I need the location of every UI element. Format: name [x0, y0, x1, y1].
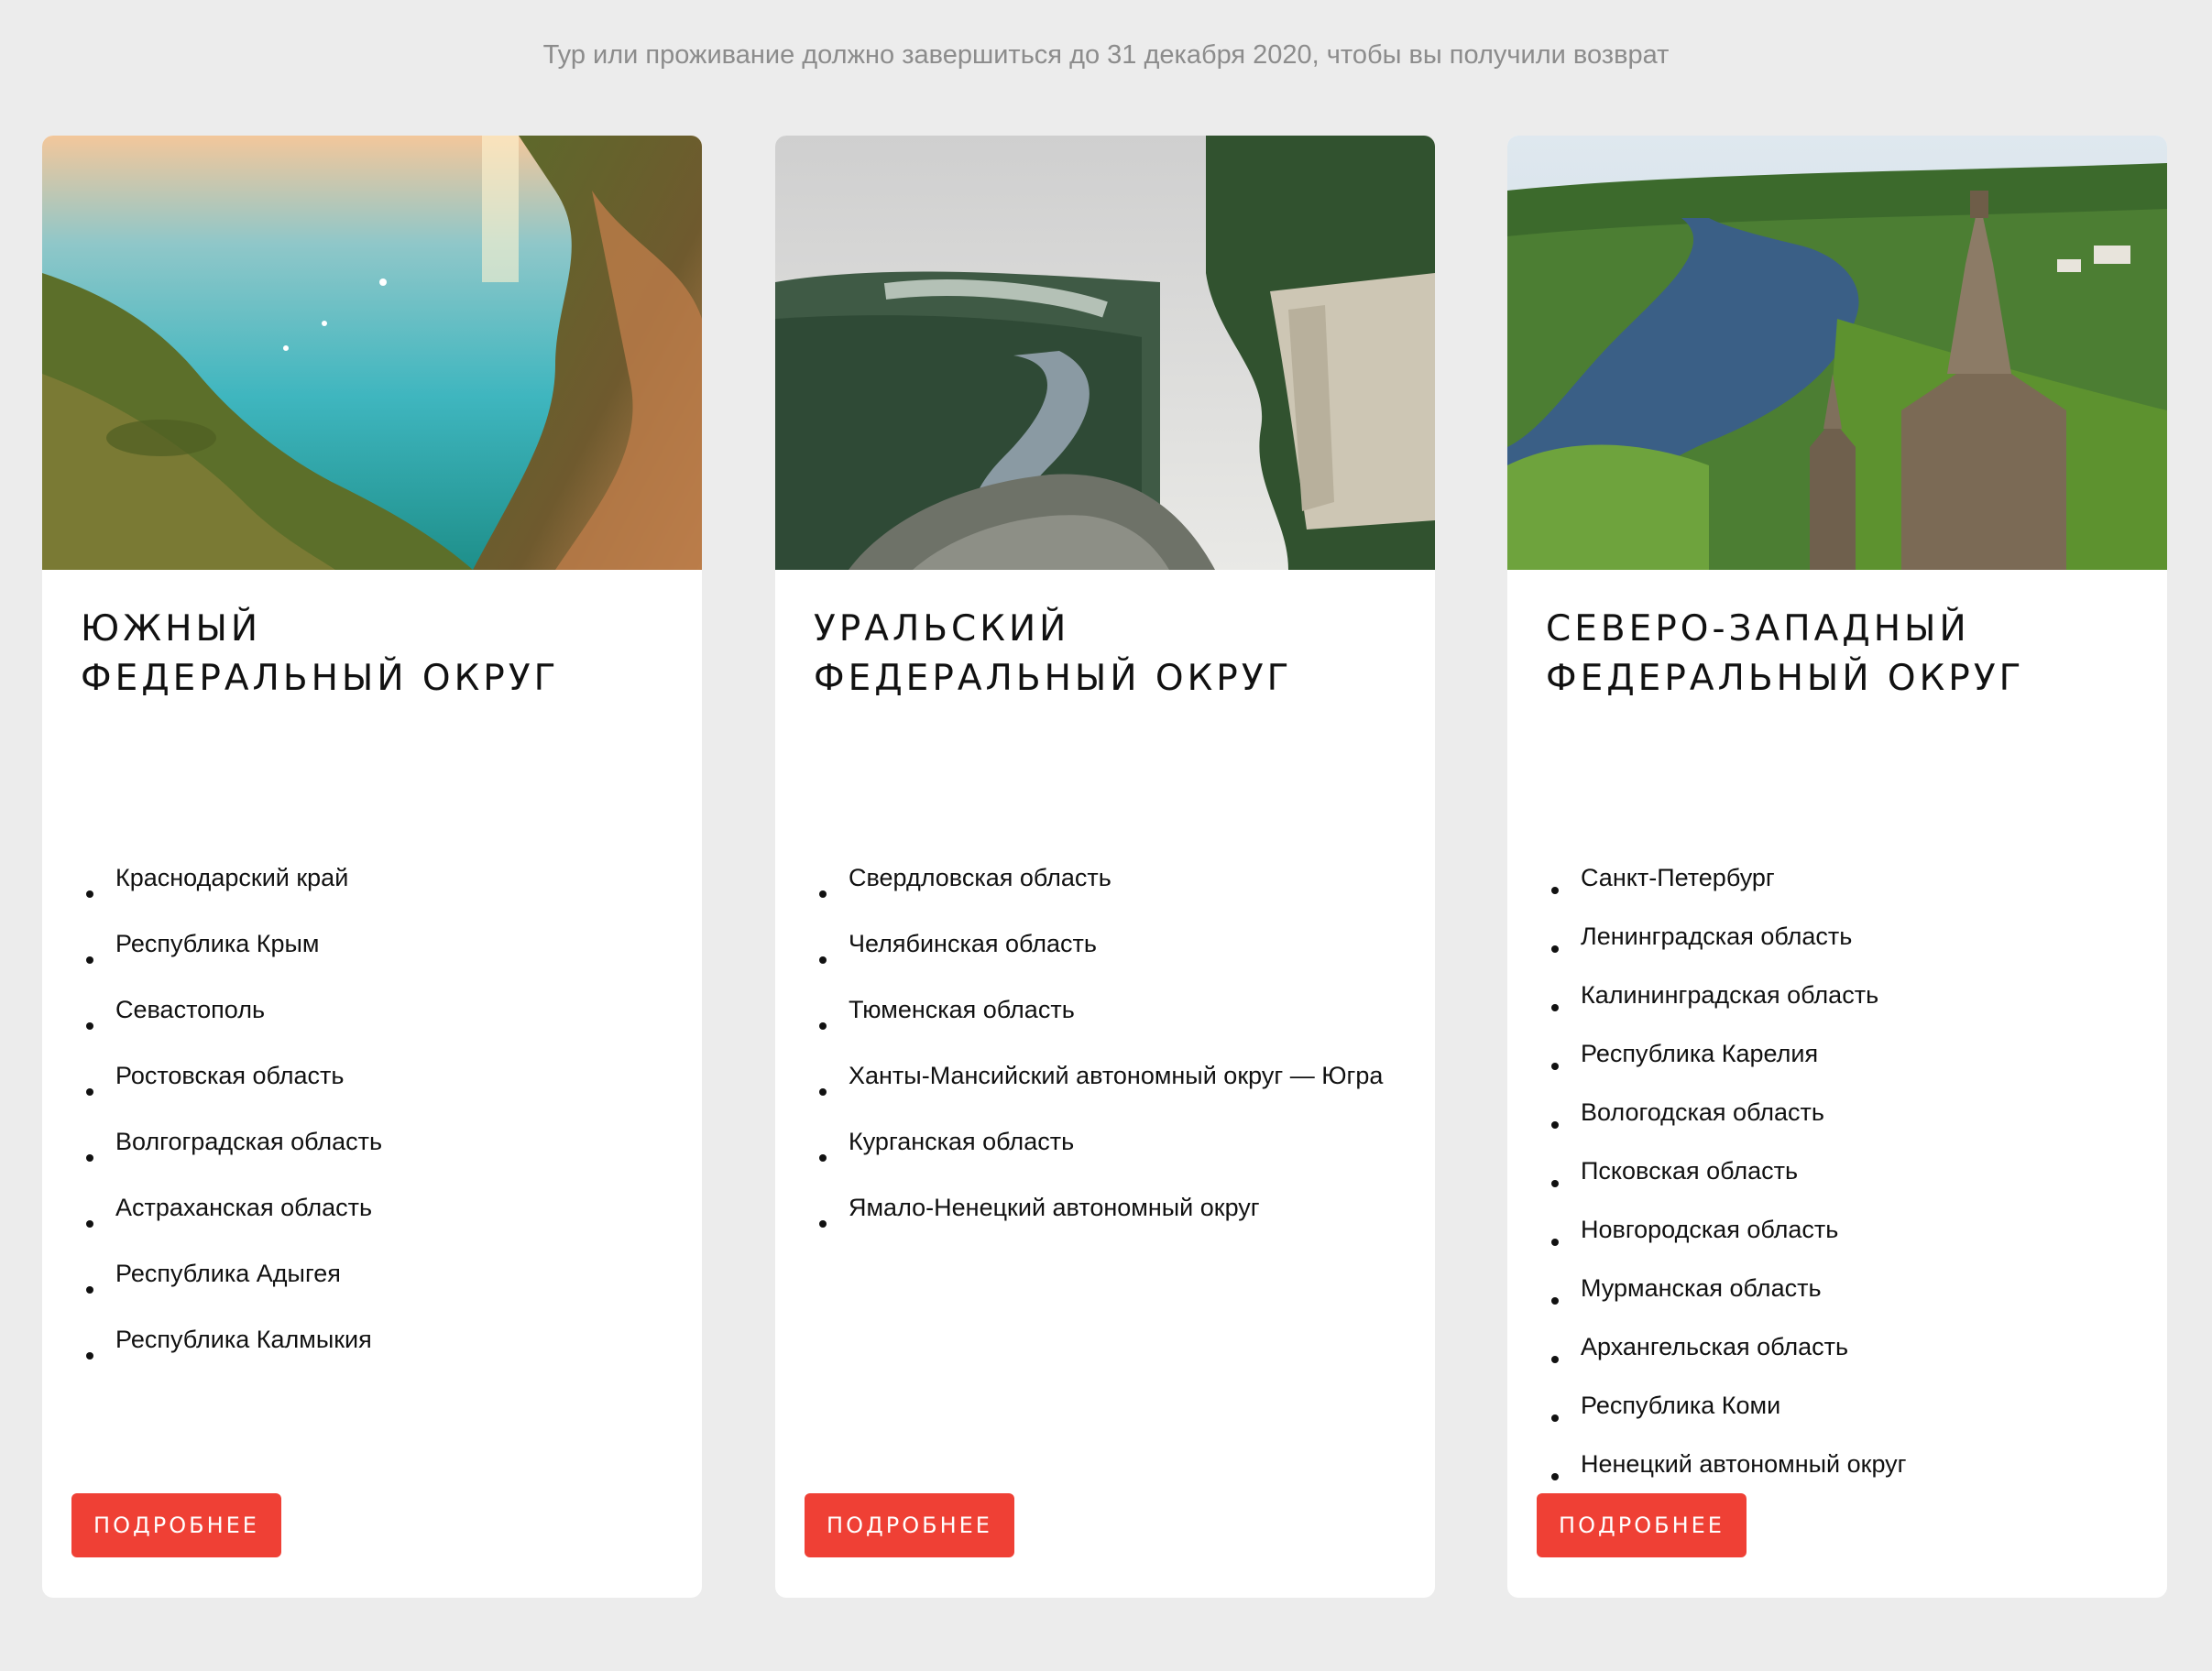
list-item: Ямало-Ненецкий автономный округ: [819, 1191, 1383, 1257]
list-item: Архангельская область: [1551, 1330, 1907, 1389]
more-button-south[interactable]: Подробнее: [71, 1493, 281, 1557]
list-item: Ростовская область: [86, 1059, 382, 1125]
list-item: Ленинградская область: [1551, 920, 1907, 978]
list-item: Краснодарский край: [86, 861, 382, 927]
district-card-north-west: Северо-Западный федеральный округ Санкт-…: [1507, 136, 2167, 1598]
card-photo-north-west-church: [1507, 136, 2167, 570]
card-title-ural: Уральский федеральный округ: [814, 608, 1293, 699]
list-item: Санкт-Петербург: [1551, 861, 1907, 920]
district-card-south: Южный федеральный округ Краснодарский кр…: [42, 136, 702, 1598]
list-item: Новгородская область: [1551, 1213, 1907, 1272]
card-title-south: Южный федеральный округ: [81, 608, 560, 699]
list-item: Свердловская область: [819, 861, 1383, 927]
list-item: Челябинская область: [819, 927, 1383, 993]
list-item: Ханты-Мансийский автономный округ — Югра: [819, 1059, 1383, 1125]
list-item: Курганская область: [819, 1125, 1383, 1191]
list-item: Астраханская область: [86, 1191, 382, 1257]
list-item: Калининградская область: [1551, 978, 1907, 1037]
region-list-ural: Свердловская область Челябинская область…: [819, 861, 1383, 1257]
more-button-north-west[interactable]: Подробнее: [1537, 1493, 1747, 1557]
list-item: Тюменская область: [819, 993, 1383, 1059]
list-item: Севастополь: [86, 993, 382, 1059]
list-item: Республика Адыгея: [86, 1257, 382, 1323]
refund-notice: Тур или проживание должно завершиться до…: [542, 40, 1670, 70]
list-item: Республика Карелия: [1551, 1037, 1907, 1096]
list-item: Волгоградская область: [86, 1125, 382, 1191]
list-item: Республика Калмыкия: [86, 1323, 382, 1389]
list-item: Вологодская область: [1551, 1096, 1907, 1154]
list-item: Мурманская область: [1551, 1272, 1907, 1330]
list-item: Псковская область: [1551, 1154, 1907, 1213]
region-list-south: Краснодарский край Республика Крым Севас…: [86, 861, 382, 1389]
more-button-ural[interactable]: Подробнее: [805, 1493, 1014, 1557]
card-title-north-west: Северо-Западный федеральный округ: [1546, 608, 2025, 699]
region-list-north-west: Санкт-Петербург Ленинградская область Ка…: [1551, 861, 1907, 1506]
list-item: Республика Крым: [86, 927, 382, 993]
card-photo-ural-river: [775, 136, 1435, 570]
card-photo-south-coast: [42, 136, 702, 570]
district-card-ural: Уральский федеральный округ Свердловская…: [775, 136, 1435, 1598]
list-item: Республика Коми: [1551, 1389, 1907, 1447]
